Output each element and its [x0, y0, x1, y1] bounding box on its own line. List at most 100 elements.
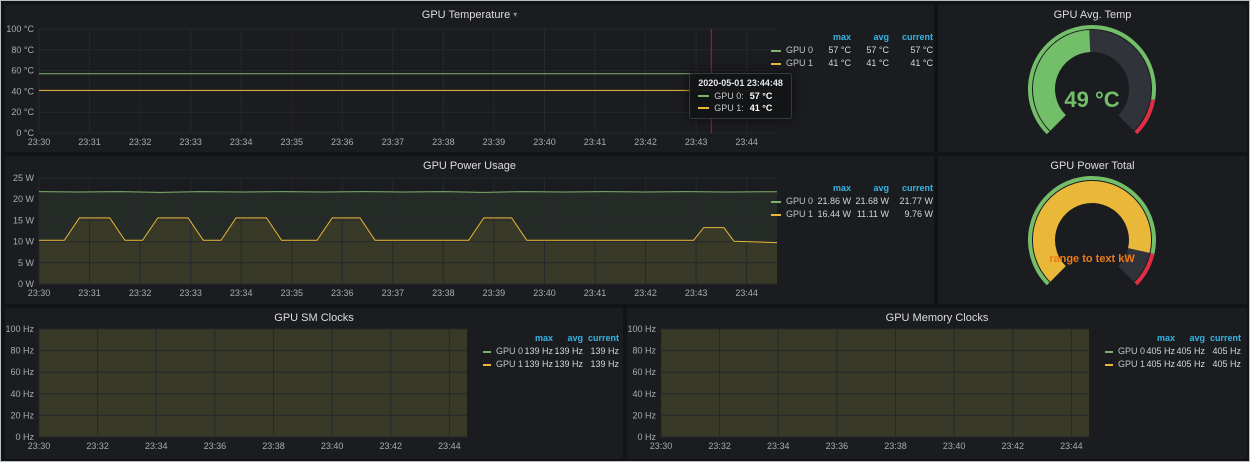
legend-gpu_temperature: maxavgcurrentGPU 057 °C57 °C57 °CGPU 141… — [771, 31, 933, 70]
panel-title-text: GPU SM Clocks — [274, 312, 353, 324]
series-color-dash-icon — [771, 214, 781, 216]
y-axis-label: 40 °C — [11, 86, 34, 96]
panel-gpu-temperature: GPU Temperature ▾ 0 °C20 °C40 °C60 °C80 … — [5, 5, 934, 152]
legend-value: 405 Hz — [1205, 345, 1241, 358]
panel-title-gpu-memory-clocks[interactable]: GPU Memory Clocks — [627, 308, 1247, 324]
legend-gpu_memory_clocks: maxavgcurrentGPU 0405 Hz405 Hz405 HzGPU … — [1105, 332, 1241, 371]
y-axis-label: 80 °C — [11, 45, 34, 55]
panel-gpu-avg-temp: GPU Avg. Temp 49 °C — [938, 5, 1247, 152]
legend-series-gpu-1[interactable]: GPU 1 — [483, 358, 523, 371]
y-axis-label: 20 °C — [11, 107, 34, 117]
y-axis-label: 40 Hz — [10, 389, 34, 399]
legend-series-gpu-0[interactable]: GPU 0 — [483, 345, 523, 358]
legend-value: 21.68 W — [851, 195, 889, 208]
y-axis-label: 25 W — [13, 173, 35, 183]
tooltip-row-gpu-0-: GPU 0: 57 °C — [698, 90, 783, 102]
x-axis-label: 23:43 — [685, 137, 708, 147]
legend-value: 139 Hz — [583, 345, 619, 358]
legend-header-current: current — [1205, 332, 1241, 345]
panel-title-gpu-avg-temp[interactable]: GPU Avg. Temp — [938, 5, 1247, 21]
legend-row-gpu-1: GPU 1139 Hz139 Hz139 Hz — [483, 358, 619, 371]
legend-value: 405 Hz — [1175, 358, 1205, 371]
legend-value: 41 °C — [813, 57, 851, 70]
legend-value: 41 °C — [851, 57, 889, 70]
legend-header-avg: avg — [1175, 332, 1205, 345]
gpu-power-total-gauge: range to text kW — [938, 172, 1247, 304]
legend-value: 41 °C — [889, 57, 933, 70]
x-axis-label: 23:31 — [78, 288, 101, 298]
panel-title-gpu-sm-clocks[interactable]: GPU SM Clocks — [5, 308, 623, 324]
series-line-gpu-0 — [39, 192, 777, 193]
legend-row-gpu-1: GPU 116.44 W11.11 W9.76 W — [771, 208, 933, 221]
panel-title-gpu-power-usage[interactable]: GPU Power Usage — [5, 156, 934, 172]
legend-series-gpu-1[interactable]: GPU 1 — [771, 208, 813, 221]
legend-row-gpu-1: GPU 1405 Hz405 Hz405 Hz — [1105, 358, 1241, 371]
x-axis-label: 23:38 — [432, 288, 455, 298]
x-axis-label: 23:36 — [204, 441, 227, 451]
y-axis-label: 100 Hz — [5, 324, 34, 334]
legend-value: 139 Hz — [583, 358, 619, 371]
series-color-dash-icon — [698, 95, 709, 97]
y-axis-label: 60 Hz — [10, 367, 34, 377]
tooltip-series-value: 41 °C — [750, 102, 773, 114]
legend-header-row: maxavgcurrent — [771, 31, 933, 44]
gpu-power-usage-chart[interactable]: 0 W5 W10 W15 W20 W25 W23:3023:3123:3223:… — [5, 172, 934, 304]
legend-series-gpu-0[interactable]: GPU 0 — [771, 195, 813, 208]
legend-value: 405 Hz — [1145, 345, 1175, 358]
legend-series-gpu-0[interactable]: GPU 0 — [771, 44, 813, 57]
gpu-avg-temp-gauge: 49 °C — [938, 21, 1247, 152]
y-axis-label: 80 Hz — [10, 346, 34, 356]
series-color-dash-icon — [771, 201, 781, 203]
legend-value: 139 Hz — [523, 345, 553, 358]
x-axis-label: 23:36 — [331, 288, 354, 298]
x-axis-label: 23:33 — [179, 288, 202, 298]
series-color-dash-icon — [483, 351, 491, 353]
panel-title-gpu-temperature[interactable]: GPU Temperature ▾ — [5, 5, 934, 21]
y-axis-label: 60 °C — [11, 66, 34, 76]
x-axis-label: 23:43 — [685, 288, 708, 298]
x-axis-label: 23:39 — [483, 137, 506, 147]
legend-series-gpu-1[interactable]: GPU 1 — [771, 57, 813, 70]
gpu-memory-clocks-chart[interactable]: 0 Hz20 Hz40 Hz60 Hz80 Hz100 Hz23:3023:32… — [627, 324, 1247, 459]
legend-value: 139 Hz — [553, 358, 583, 371]
x-axis-label: 23:30 — [28, 288, 51, 298]
legend-series-gpu-1[interactable]: GPU 1 — [1105, 358, 1145, 371]
legend-value: 139 Hz — [553, 345, 583, 358]
x-axis-label: 23:35 — [280, 288, 303, 298]
y-axis-label: 40 Hz — [632, 389, 656, 399]
x-axis-label: 23:34 — [145, 441, 168, 451]
series-fill-gpu-1 — [661, 324, 1089, 437]
legend-series-gpu-0[interactable]: GPU 0 — [1105, 345, 1145, 358]
x-axis-label: 23:34 — [767, 441, 790, 451]
x-axis-label: 23:42 — [634, 137, 657, 147]
panel-title-gpu-power-total[interactable]: GPU Power Total — [938, 156, 1247, 172]
grafana-dashboard: GPU Temperature ▾ 0 °C20 °C40 °C60 °C80 … — [0, 0, 1250, 462]
gpu_avg_temp-gauge: 49 °C — [938, 21, 1247, 152]
legend-header-row: maxavgcurrent — [483, 332, 619, 345]
gpu-temperature-chart[interactable]: 0 °C20 °C40 °C60 °C80 °C100 °C23:3023:31… — [5, 21, 934, 152]
legend-row-gpu-0: GPU 0405 Hz405 Hz405 Hz — [1105, 345, 1241, 358]
x-axis-label: 23:41 — [584, 288, 607, 298]
legend-header-avg: avg — [851, 31, 889, 44]
x-axis-label: 23:42 — [380, 441, 403, 451]
tooltip-series-name: GPU 0: — [714, 90, 744, 102]
chevron-down-icon: ▾ — [513, 10, 517, 19]
x-axis-label: 23:38 — [884, 441, 907, 451]
x-axis-label: 23:39 — [483, 288, 506, 298]
tooltip-series-value: 57 °C — [750, 90, 773, 102]
legend-header-max: max — [523, 332, 553, 345]
x-axis-label: 23:30 — [28, 137, 51, 147]
panel-gpu-power-total: GPU Power Total range to text kW — [938, 156, 1247, 304]
panel-gpu-memory-clocks: GPU Memory Clocks 0 Hz20 Hz40 Hz60 Hz80 … — [627, 308, 1247, 459]
legend-header-current: current — [889, 182, 933, 195]
x-axis-label: 23:31 — [78, 137, 101, 147]
x-axis-label: 23:41 — [584, 137, 607, 147]
legend-value: 405 Hz — [1175, 345, 1205, 358]
y-axis-label: 20 W — [13, 194, 35, 204]
graph-tooltip: 2020-05-01 23:44:48GPU 0:57 °CGPU 1:41 °… — [689, 73, 792, 119]
legend-row-gpu-0: GPU 021.86 W21.68 W21.77 W — [771, 195, 933, 208]
legend-header-max: max — [813, 182, 851, 195]
x-axis-label: 23:42 — [1002, 441, 1025, 451]
gpu_power_total-gauge: range to text kW — [938, 172, 1247, 304]
gpu-sm-clocks-chart[interactable]: 0 Hz20 Hz40 Hz60 Hz80 Hz100 Hz23:3023:32… — [5, 324, 623, 459]
